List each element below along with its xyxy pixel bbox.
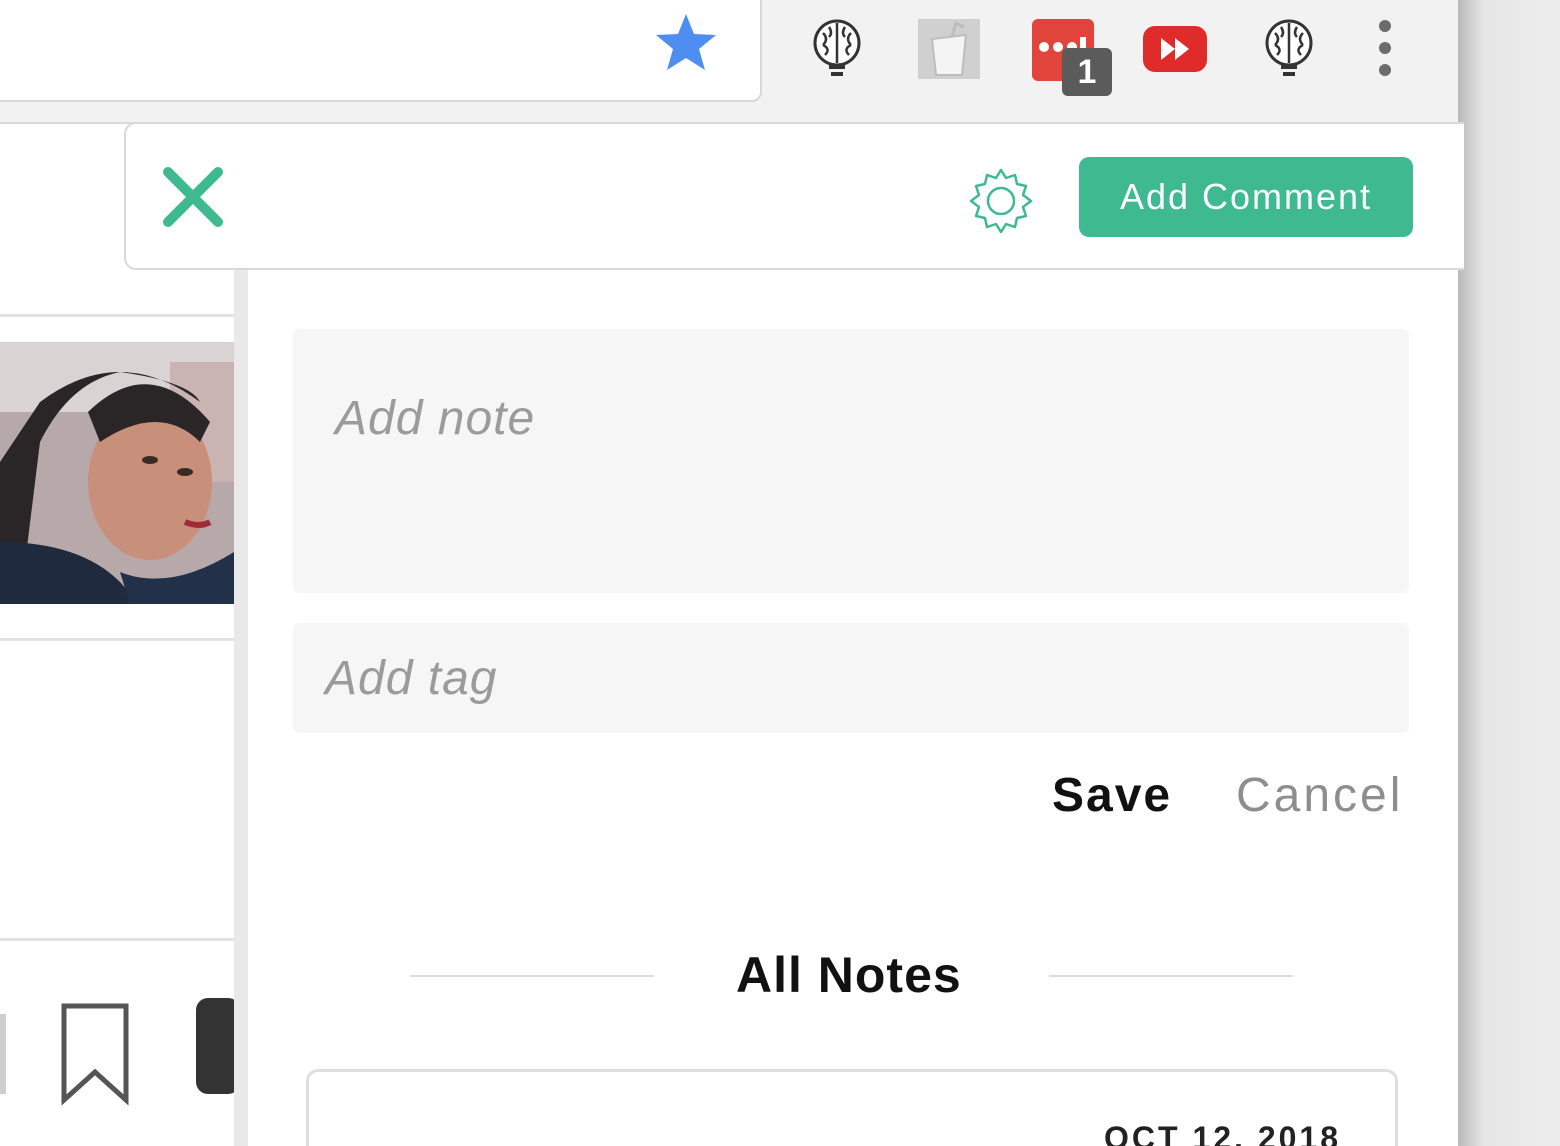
save-button[interactable]: Save <box>1052 768 1172 823</box>
gear-icon[interactable] <box>966 166 1036 236</box>
divider <box>0 938 236 941</box>
tag-field[interactable]: Add tag <box>293 623 1409 733</box>
panel-edge <box>234 124 248 1146</box>
note-field[interactable]: Add note <box>293 329 1409 593</box>
note-date: OCT 12, 2018 <box>1104 1120 1341 1146</box>
brain-icon[interactable] <box>802 14 872 84</box>
address-bar[interactable] <box>0 0 762 102</box>
tag-placeholder: Add tag <box>325 652 498 705</box>
close-icon[interactable] <box>160 164 226 230</box>
fast-forward-icon[interactable] <box>1140 14 1210 84</box>
all-notes-heading: All Notes <box>736 947 962 1003</box>
note-card[interactable]: OCT 12, 2018 <box>306 1069 1398 1146</box>
section-rule-left <box>410 975 654 977</box>
divider <box>0 638 236 641</box>
bookmark-icon[interactable] <box>60 1002 130 1106</box>
bookmark-star-icon[interactable] <box>654 10 718 74</box>
brain-icon[interactable] <box>1254 14 1324 84</box>
note-placeholder: Add note <box>335 392 536 445</box>
cancel-button[interactable]: Cancel <box>1236 768 1403 823</box>
section-rule-right <box>1049 975 1293 977</box>
add-comment-button[interactable]: Add Comment <box>1079 157 1413 237</box>
window-shadow <box>1458 0 1560 1146</box>
browser-toolbar: 1 <box>0 0 1460 124</box>
divider <box>0 314 236 317</box>
paper-cup-icon[interactable] <box>914 14 984 84</box>
page-content <box>0 124 240 1146</box>
article-photo[interactable] <box>0 342 234 604</box>
action-separator <box>0 1014 6 1094</box>
browser-menu-icon[interactable] <box>1372 20 1398 80</box>
extension-badge: 1 <box>1062 48 1112 96</box>
